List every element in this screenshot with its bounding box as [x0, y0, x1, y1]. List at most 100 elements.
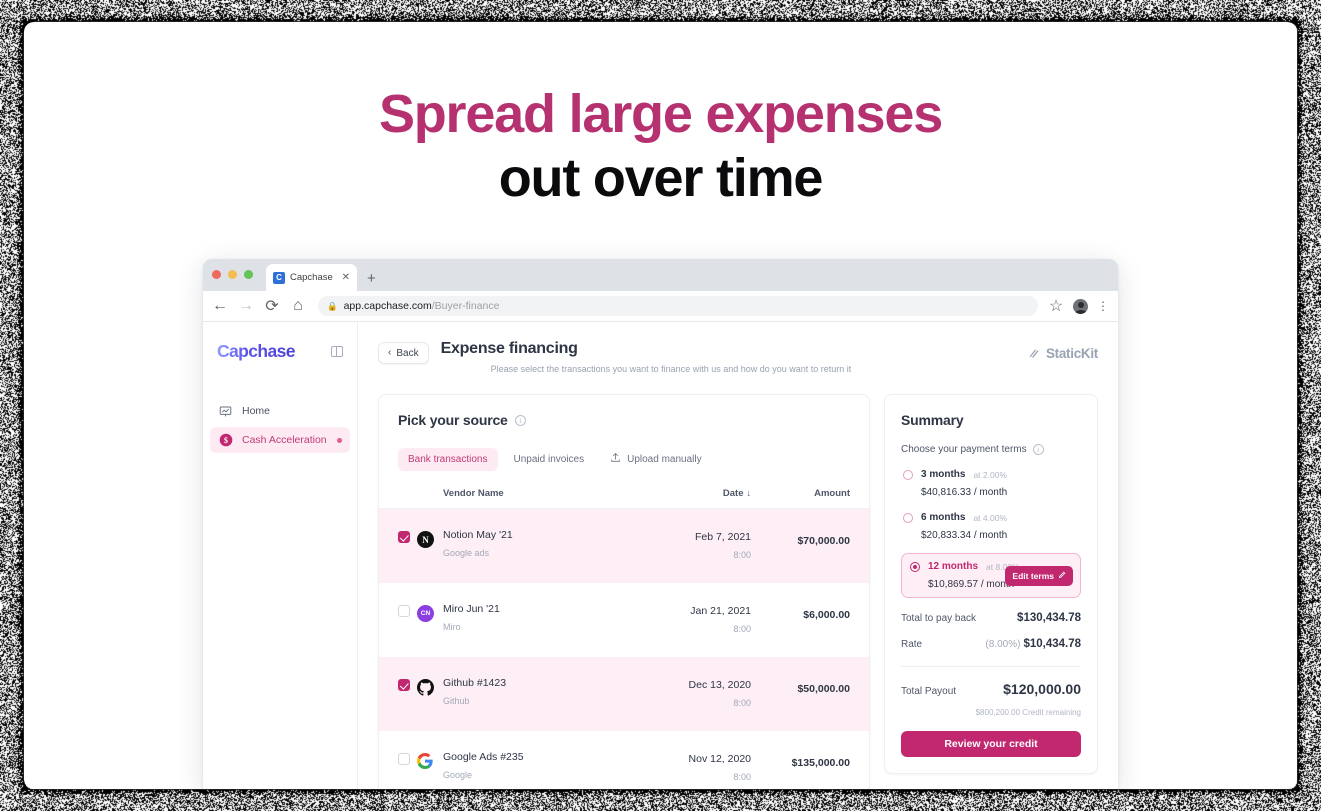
transaction-amount: $70,000.00	[797, 535, 850, 547]
rate-label: Rate	[901, 639, 922, 650]
edit-terms-label: Edit terms	[1012, 571, 1054, 581]
dollar-circle-icon: $	[218, 433, 233, 448]
maximize-window-button[interactable]	[244, 270, 253, 279]
radio-6-months[interactable]	[903, 513, 913, 523]
chart-board-icon	[218, 404, 233, 419]
radio-12-months[interactable]	[910, 562, 920, 572]
back-button[interactable]: ‹ Back	[378, 342, 429, 364]
term-6-months-rate: at 4.00%	[973, 513, 1007, 523]
transactions-table: Vendor Name Date↓ Amount Notion May '21 G…	[379, 488, 869, 789]
column-date[interactable]: Date ↓	[601, 488, 751, 509]
total-payback-label: Total to pay back	[901, 613, 976, 624]
column-amount[interactable]: Amount	[751, 488, 869, 509]
tab-bank-transactions[interactable]: Bank transactions	[398, 448, 498, 471]
statickit-mark-icon	[1028, 347, 1041, 360]
browser-toolbar: ← → ⟳ ⌂ 🔒 app.capchase.com/Buyer-finance…	[203, 291, 1118, 322]
vendor-name: Notion May '21	[443, 529, 601, 541]
miro-icon	[417, 605, 434, 622]
payment-terms-list: 3 months at 2.00% $40,816.33 / month 6 m…	[901, 467, 1081, 598]
rate-row: Rate (8.00%) $10,434.78	[901, 638, 1081, 650]
tab-upload-manually-label: Upload manually	[627, 454, 702, 465]
info-icon[interactable]: i	[1033, 444, 1044, 455]
forward-icon[interactable]: →	[238, 298, 254, 314]
term-12-months-label: 12 months	[928, 561, 978, 572]
hero-headline: Spread large expenses out over time	[24, 22, 1297, 208]
edit-terms-button[interactable]: Edit terms	[1005, 566, 1073, 586]
tab-bank-transactions-label: Bank transactions	[408, 454, 488, 465]
sidebar-item-home[interactable]: Home	[210, 398, 350, 424]
bookmark-star-icon[interactable]: ☆	[1048, 298, 1064, 314]
term-option-12-months[interactable]: 12 months at 8.00% $10,869.57 / month Ed…	[901, 553, 1081, 598]
google-icon	[417, 756, 433, 773]
close-window-button[interactable]	[212, 270, 221, 279]
browser-tab[interactable]: C Capchase ✕	[266, 264, 357, 291]
transaction-amount: $6,000.00	[803, 609, 850, 621]
term-option-6-months[interactable]: 6 months at 4.00% $20,833.34 / month	[901, 510, 1081, 541]
home-icon[interactable]: ⌂	[290, 298, 306, 314]
pick-source-title-row: Pick your source i	[398, 412, 850, 428]
notion-icon	[417, 531, 434, 548]
radio-3-months[interactable]	[903, 470, 913, 480]
statickit-label: StaticKit	[1046, 346, 1098, 361]
choose-terms-label: Choose your payment terms	[901, 444, 1027, 455]
tab-title: Capchase	[290, 272, 337, 283]
transaction-time: 8:00	[601, 624, 751, 634]
browser-tabstrip: C Capchase ✕ +	[203, 259, 1118, 291]
app-body: Capchase Home $ Cash Acceleration ‹ Back…	[203, 322, 1118, 789]
pencil-icon	[1058, 571, 1066, 581]
page-subtitle: Please select the transactions you want …	[491, 364, 1016, 374]
vendor-sub: Github	[443, 696, 601, 706]
transaction-time: 8:00	[601, 698, 751, 708]
row-checkbox[interactable]	[398, 679, 410, 691]
sidebar-item-cash-acceleration[interactable]: $ Cash Acceleration	[210, 427, 350, 453]
transaction-date: Nov 12, 2020	[601, 753, 751, 765]
minimize-window-button[interactable]	[228, 270, 237, 279]
row-checkbox[interactable]	[398, 531, 410, 543]
browser-menu-icon[interactable]: ⋮	[1097, 300, 1109, 312]
total-payout-value: $120,000.00	[1003, 681, 1081, 697]
profile-avatar-icon[interactable]	[1073, 299, 1088, 314]
summary-card: Summary Choose your payment terms i 3 mo…	[884, 394, 1098, 774]
chevron-left-icon: ‹	[388, 348, 391, 358]
app-sidebar: Capchase Home $ Cash Acceleration	[203, 322, 358, 789]
address-bar-url: app.capchase.com/Buyer-finance	[344, 300, 500, 312]
panels: Pick your source i Bank transactions Unp…	[378, 394, 1098, 789]
upload-icon	[610, 452, 621, 466]
transaction-amount: $50,000.00	[797, 683, 850, 695]
vendor-name: Miro Jun '21	[443, 603, 601, 615]
new-tab-button[interactable]: +	[367, 271, 376, 286]
rate-value-group: (8.00%) $10,434.78	[985, 638, 1081, 650]
credit-remaining: $800,200.00 Credit remaining	[901, 708, 1081, 717]
row-checkbox[interactable]	[398, 753, 410, 765]
table-row[interactable]: Miro Jun '21 Miro Jan 21, 2021 8:00 $6,000.0…	[379, 583, 869, 657]
tab-upload-manually[interactable]: Upload manually	[600, 446, 712, 472]
reload-icon[interactable]: ⟳	[264, 298, 280, 314]
choose-terms-row: Choose your payment terms i	[901, 444, 1081, 455]
info-icon[interactable]: i	[515, 415, 526, 426]
tab-unpaid-invoices[interactable]: Unpaid invoices	[504, 448, 595, 471]
toolbar-actions: ☆ ⋮	[1048, 298, 1109, 314]
table-row[interactable]: Notion May '21 Google ads Feb 7, 2021 8:00 $…	[379, 509, 869, 583]
sidebar-item-cash-acceleration-label: Cash Acceleration	[242, 434, 328, 446]
transaction-date: Feb 7, 2021	[601, 531, 751, 543]
close-tab-icon[interactable]: ✕	[342, 273, 350, 283]
sidebar-collapse-icon[interactable]	[331, 346, 343, 357]
address-bar[interactable]: 🔒 app.capchase.com/Buyer-finance	[318, 296, 1038, 316]
table-row[interactable]: Google Ads #235 Google Nov 12, 2020 8:00 $13…	[379, 731, 869, 790]
table-header: Vendor Name Date ↓ Amount	[379, 488, 869, 509]
review-credit-button[interactable]: Review your credit	[901, 731, 1081, 757]
column-vendor-name[interactable]: Vendor Name	[443, 488, 601, 509]
term-3-months-label: 3 months	[921, 469, 965, 480]
row-checkbox[interactable]	[398, 605, 410, 617]
back-icon[interactable]: ←	[212, 298, 228, 314]
page-header: ‹ Back Expense financing Please select t…	[378, 340, 1098, 374]
table-row[interactable]: Github #1423 Github Dec 13, 2020 8:00 $50,00…	[379, 657, 869, 731]
sort-desc-icon: ↓	[747, 488, 752, 498]
term-option-3-months[interactable]: 3 months at 2.00% $40,816.33 / month	[901, 467, 1081, 498]
rate-percent: (8.00%)	[985, 639, 1020, 650]
lock-icon: 🔒	[327, 301, 338, 312]
column-date-label: Date	[723, 488, 744, 499]
term-3-months-monthly: $40,816.33 / month	[921, 487, 1081, 498]
sidebar-nav: Home $ Cash Acceleration	[203, 398, 357, 453]
pick-source-card: Pick your source i Bank transactions Unp…	[378, 394, 870, 789]
